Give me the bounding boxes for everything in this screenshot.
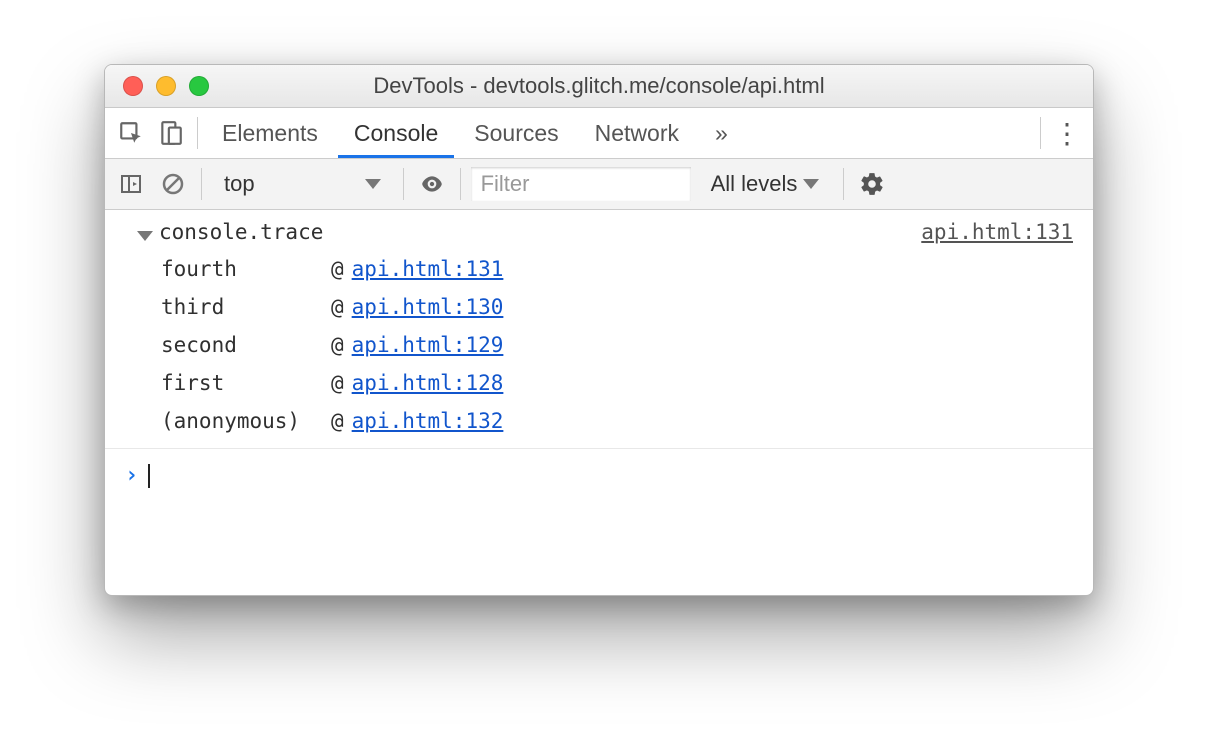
close-window-button[interactable]	[123, 76, 143, 96]
frame-function: second	[161, 326, 331, 364]
titlebar: DevTools - devtools.glitch.me/console/ap…	[105, 65, 1093, 108]
devtools-window: DevTools - devtools.glitch.me/console/ap…	[104, 64, 1094, 596]
traffic-lights	[123, 76, 209, 96]
inspect-element-icon[interactable]	[113, 115, 149, 151]
frame-at: @	[331, 288, 344, 326]
tabs-overflow-button[interactable]: »	[699, 108, 744, 158]
filter-placeholder: Filter	[481, 171, 530, 197]
console-toolbar: top Filter All levels	[105, 159, 1093, 210]
divider	[1040, 117, 1041, 149]
tab-console[interactable]: Console	[338, 108, 454, 158]
frame-function: third	[161, 288, 331, 326]
console-settings-icon[interactable]	[854, 166, 890, 202]
stack-frame: first @ api.html:128	[161, 364, 1073, 402]
chevron-down-icon	[803, 179, 819, 189]
trace-source-link[interactable]: api.html:131	[921, 220, 1073, 244]
stack-frame: fourth @ api.html:131	[161, 250, 1073, 288]
divider	[403, 168, 404, 200]
context-label: top	[224, 171, 255, 197]
stack-trace: fourth @ api.html:131 third @ api.html:1…	[137, 250, 1073, 440]
stack-frame: (anonymous) @ api.html:132	[161, 402, 1073, 440]
device-toolbar-icon[interactable]	[153, 115, 189, 151]
frame-at: @	[331, 364, 344, 402]
chevron-down-icon	[365, 179, 381, 189]
console-prompt[interactable]: ›	[105, 449, 1093, 502]
input-caret	[148, 464, 150, 488]
window-title: DevTools - devtools.glitch.me/console/ap…	[105, 73, 1093, 99]
frame-at: @	[331, 250, 344, 288]
frame-source-link[interactable]: api.html:129	[352, 326, 504, 364]
tab-sources[interactable]: Sources	[458, 108, 574, 158]
frame-function: first	[161, 364, 331, 402]
devtools-tabstrip: Elements Console Sources Network » ⋮	[105, 108, 1093, 159]
tab-network[interactable]: Network	[579, 108, 695, 158]
frame-function: fourth	[161, 250, 331, 288]
divider	[460, 168, 461, 200]
live-expression-icon[interactable]	[414, 166, 450, 202]
divider	[843, 168, 844, 200]
frame-at: @	[331, 326, 344, 364]
filter-input[interactable]: Filter	[471, 167, 691, 201]
tab-label: Console	[354, 120, 438, 147]
divider	[197, 117, 198, 149]
levels-label: All levels	[711, 171, 798, 197]
toggle-console-drawer-icon[interactable]	[113, 166, 149, 202]
tab-label: Network	[595, 120, 679, 147]
stack-frame: third @ api.html:130	[161, 288, 1073, 326]
context-selector[interactable]: top	[212, 166, 393, 202]
trace-log-entry: console.trace api.html:131 fourth @ api.…	[105, 216, 1093, 449]
zoom-window-button[interactable]	[189, 76, 209, 96]
tab-elements[interactable]: Elements	[206, 108, 334, 158]
frame-source-link[interactable]: api.html:130	[352, 288, 504, 326]
clear-console-icon[interactable]	[155, 166, 191, 202]
more-options-icon[interactable]: ⋮	[1049, 115, 1085, 151]
tab-label: Sources	[474, 120, 558, 147]
trace-label: console.trace	[159, 220, 323, 244]
frame-at: @	[331, 402, 344, 440]
divider	[201, 168, 202, 200]
frame-source-link[interactable]: api.html:132	[352, 402, 504, 440]
log-levels-selector[interactable]: All levels	[697, 171, 834, 197]
stack-frame: second @ api.html:129	[161, 326, 1073, 364]
minimize-window-button[interactable]	[156, 76, 176, 96]
prompt-chevron-icon: ›	[125, 463, 138, 488]
console-output: console.trace api.html:131 fourth @ api.…	[105, 210, 1093, 595]
disclosure-triangle-icon[interactable]	[137, 231, 153, 241]
frame-source-link[interactable]: api.html:131	[352, 250, 504, 288]
frame-source-link[interactable]: api.html:128	[352, 364, 504, 402]
frame-function: (anonymous)	[161, 402, 331, 440]
tab-label: Elements	[222, 120, 318, 147]
